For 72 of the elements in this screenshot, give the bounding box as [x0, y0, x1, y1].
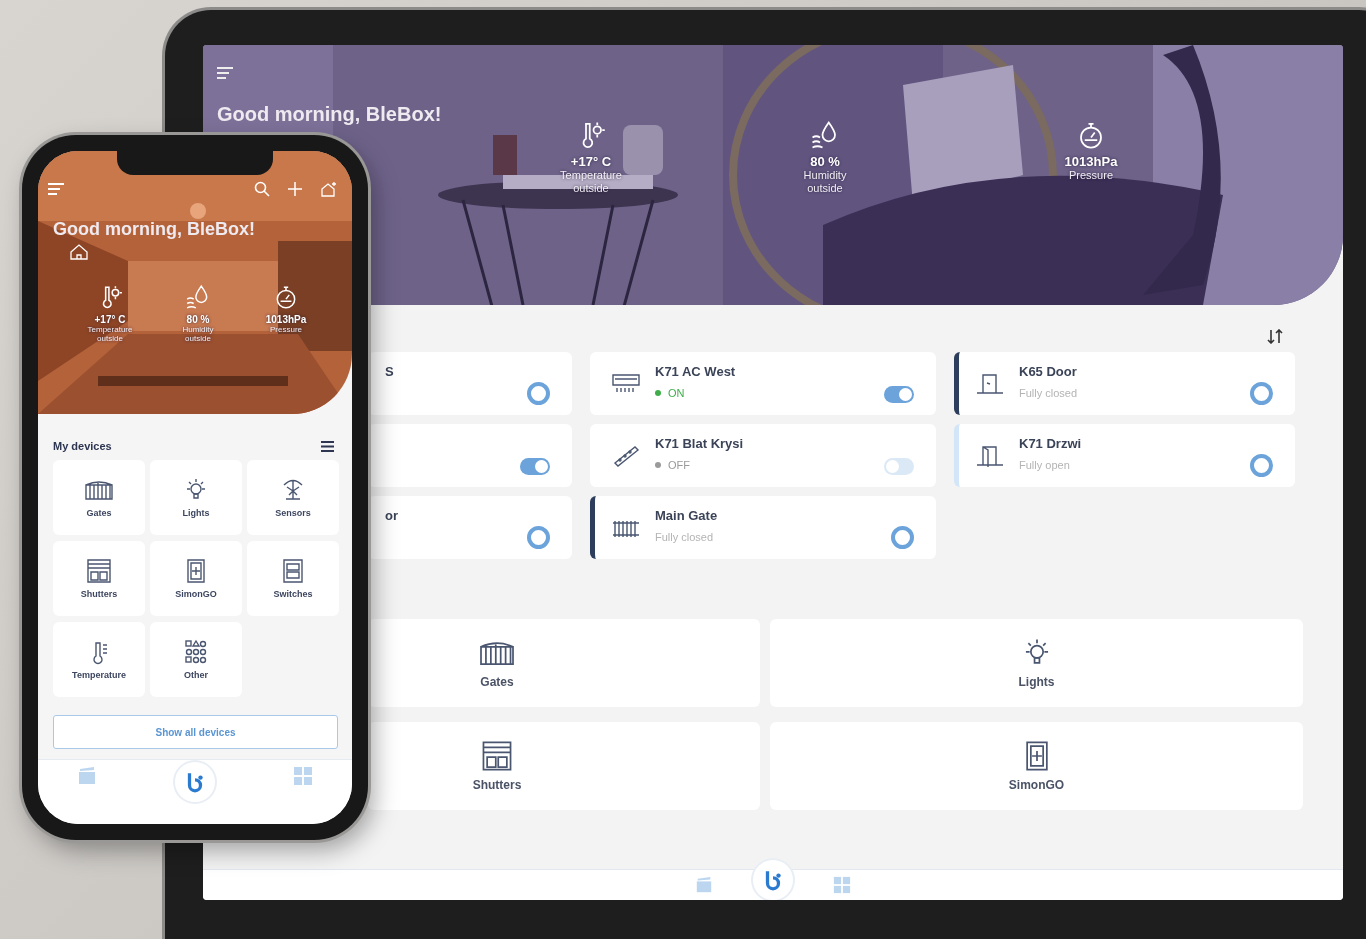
list-icon[interactable]: [321, 440, 334, 452]
device-status: Fully open: [1019, 459, 1070, 471]
weather-label: Humidity outside: [181, 325, 215, 344]
category-tile[interactable]: Sensors: [247, 460, 339, 535]
device-name: K71 Drzwi: [1019, 436, 1083, 451]
device-card[interactable]: Main Gate Fully closed: [590, 496, 936, 559]
device-card[interactable]: or: [368, 496, 572, 559]
scenes-icon[interactable]: [77, 766, 97, 786]
category-card[interactable]: Gates: [368, 619, 760, 707]
greeting: Good morning, BleBox!: [53, 219, 256, 240]
category-label: Shutters: [472, 778, 522, 792]
logo-button[interactable]: [753, 860, 793, 900]
category-label: Switches: [273, 589, 313, 599]
section-title: My devices: [53, 440, 112, 452]
device-name: S: [385, 364, 395, 379]
category-label: SimonGO: [175, 589, 217, 599]
toggle-switch[interactable]: [520, 458, 550, 475]
category-tile[interactable]: SimonGO: [150, 541, 242, 616]
category-tile[interactable]: Gates: [53, 460, 145, 535]
device-card[interactable]: K65 Door Fully closed: [954, 352, 1295, 415]
device-status: ON: [668, 387, 685, 399]
category-tile[interactable]: Temperature: [53, 622, 145, 697]
status-ring-button[interactable]: [1250, 382, 1273, 405]
toggle-switch[interactable]: [884, 386, 914, 403]
device-status: OFF: [668, 459, 690, 471]
category-label: Temperature: [72, 670, 126, 680]
logo-button[interactable]: [175, 762, 215, 802]
category-label: Gates: [86, 508, 112, 518]
category-card[interactable]: Lights: [770, 619, 1303, 707]
category-label: SimonGO: [1008, 778, 1065, 792]
category-tile[interactable]: Shutters: [53, 541, 145, 616]
weather-value: +17° C: [94, 314, 126, 325]
device-status: Fully closed: [1019, 387, 1078, 399]
weather-value: 1013hPa: [265, 314, 307, 325]
category-tile[interactable]: Lights: [150, 460, 242, 535]
category-tile[interactable]: Switches: [247, 541, 339, 616]
weather-label: Pressure: [269, 325, 303, 335]
status-ring-button[interactable]: [527, 382, 550, 405]
device-name: K65 Door: [1019, 364, 1078, 379]
device-card[interactable]: K71 AC West ON: [590, 352, 936, 415]
device-name: Main Gate: [655, 508, 719, 523]
category-label: Sensors: [275, 508, 311, 518]
status-ring-button[interactable]: [1250, 454, 1273, 477]
device-name: or: [385, 508, 399, 523]
home-icon[interactable]: [70, 244, 88, 260]
status-ring-button[interactable]: [527, 526, 550, 549]
category-label: Gates: [480, 675, 514, 689]
category-card[interactable]: Shutters: [368, 722, 760, 810]
sort-icon[interactable]: [1267, 329, 1283, 344]
device-card[interactable]: S: [368, 352, 572, 415]
category-card[interactable]: SimonGO: [770, 722, 1303, 810]
device-card[interactable]: K71 Blat Krysi OFF: [590, 424, 936, 487]
toggle-switch[interactable]: [884, 458, 914, 475]
category-label: Lights: [182, 508, 210, 518]
category-tile[interactable]: Other: [150, 622, 242, 697]
weather-value: 80 %: [186, 314, 210, 325]
device-status: Fully closed: [655, 531, 714, 543]
shutter-icon: [84, 558, 114, 584]
scenes-icon[interactable]: [695, 876, 713, 894]
category-label: Other: [184, 670, 208, 680]
category-label: Shutters: [80, 589, 118, 599]
grid-icon[interactable]: [833, 876, 851, 894]
status-dot: [655, 390, 661, 396]
device-name: K71 Blat Krysi: [655, 436, 745, 451]
device-card[interactable]: [368, 424, 572, 487]
device-name: K71 AC West: [655, 364, 737, 379]
grid-icon[interactable]: [293, 766, 313, 786]
device-card[interactable]: K71 Drzwi Fully open: [954, 424, 1295, 487]
status-ring-button[interactable]: [891, 526, 914, 549]
status-dot: [655, 462, 661, 468]
weather-label: Temperature outside: [86, 325, 134, 344]
category-label: Lights: [1018, 675, 1055, 689]
